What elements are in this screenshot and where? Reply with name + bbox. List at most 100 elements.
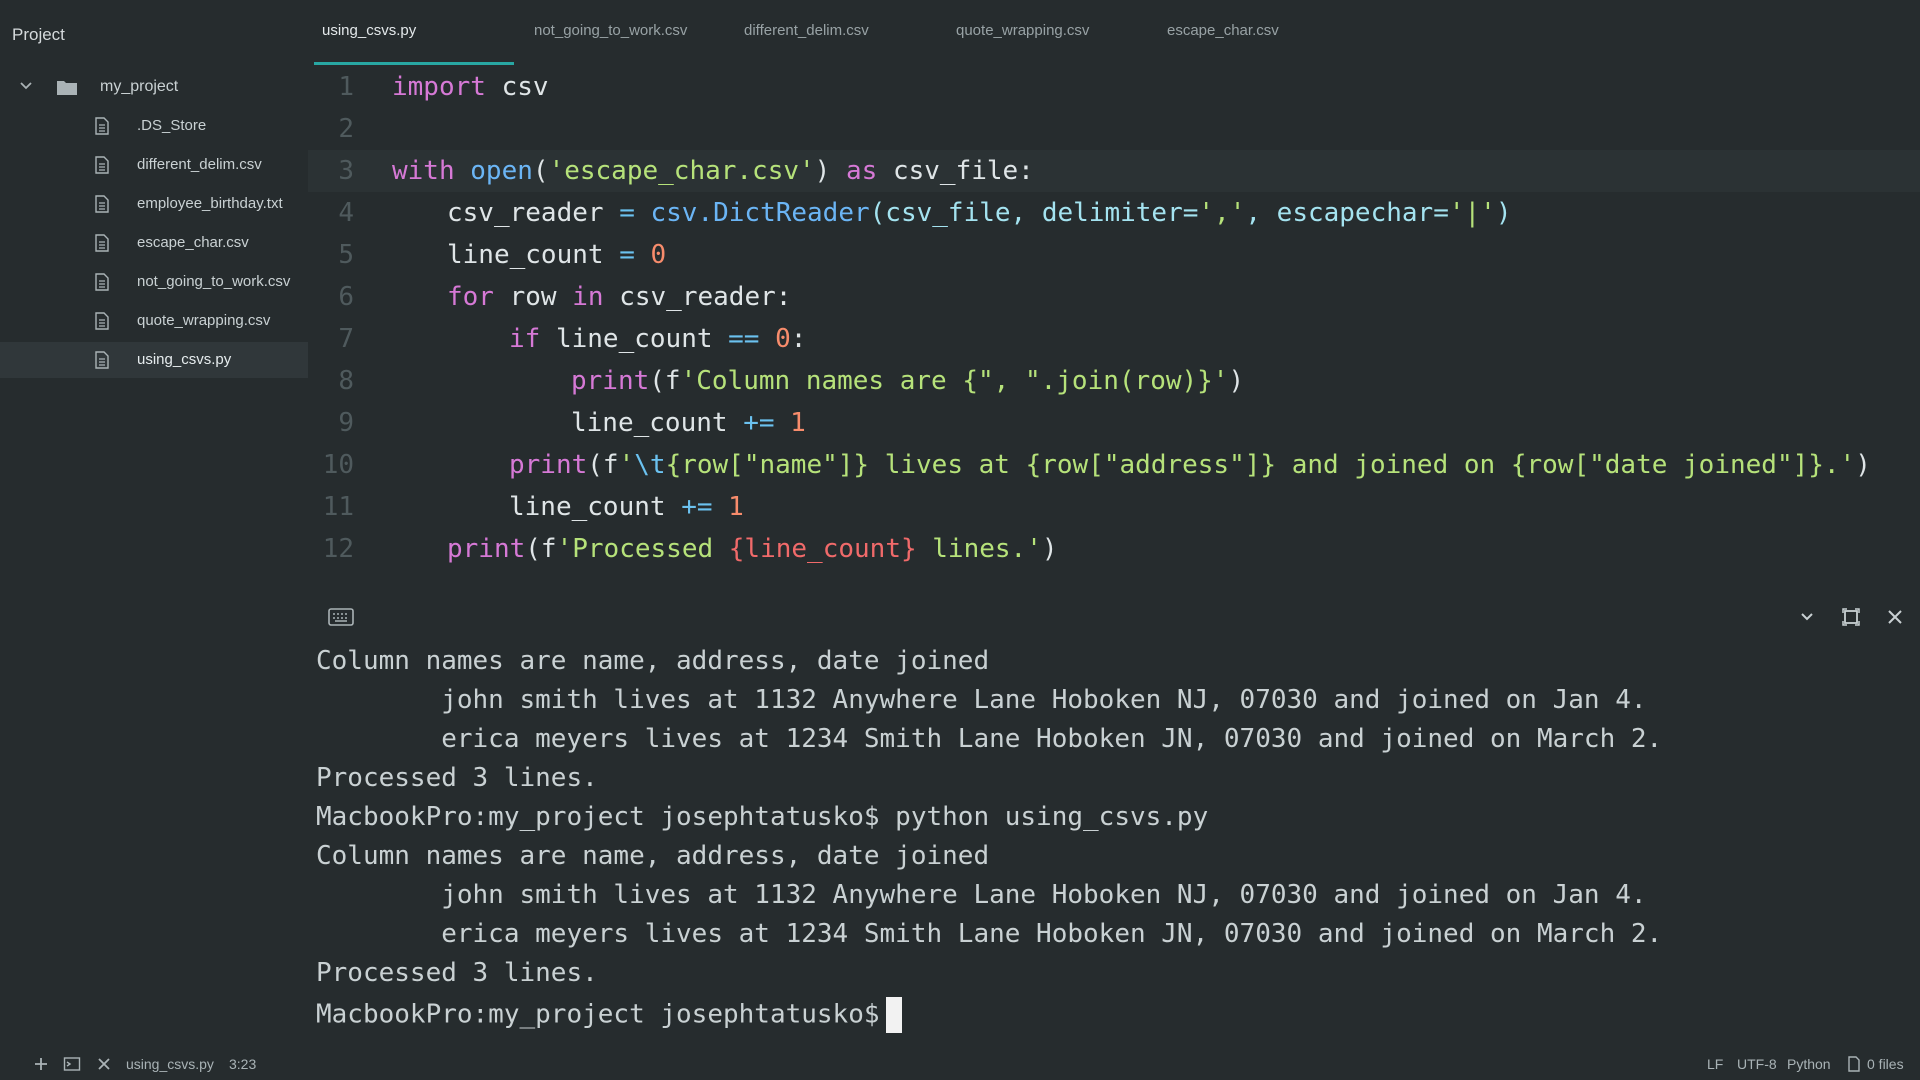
status-filename[interactable]: using_csvs.py [126,1056,214,1072]
code-line[interactable]: 9 line_count += 1 [308,402,1920,444]
code-line[interactable]: 7 if line_count == 0: [308,318,1920,360]
keyboard-icon[interactable] [328,608,354,626]
line-number: 2 [338,114,354,144]
status-language[interactable]: Python [1787,1056,1831,1072]
tab[interactable]: escape_char.csv [1167,22,1279,62]
code-line[interactable]: 1 import csv [308,66,1920,108]
code-token: csv_reader [447,198,620,228]
status-encoding[interactable]: UTF-8 [1737,1056,1777,1072]
code-token: ) [1495,198,1512,228]
line-number: 7 [338,324,354,354]
file-icon [1848,1056,1860,1072]
code-line[interactable]: 10 print(f'\t{row["name"]} lives at {row[… [308,444,1920,486]
terminal-line: Column names are name, address, date joi… [316,841,990,871]
tab-bar: using_csvs.py not_going_to_work.csv differ… [308,0,1920,66]
terminal-line: MacbookPro:my_project josephtatusko$ pyt… [316,802,1209,832]
code-token: csv.DictReader [650,198,870,228]
terminal-line: Column names are name, address, date joi… [316,646,990,676]
file-tree-item[interactable]: quote_wrapping.csv [0,303,308,339]
tab[interactable]: not_going_to_work.csv [534,22,687,62]
terminal-line: erica meyers lives at 1234 Smith Lane Ho… [316,724,1663,754]
file-icon [95,117,109,135]
code-line[interactable]: 11 line_count += 1 [308,486,1920,528]
code-token: for [447,282,494,312]
code-token: 'escape_char.csv' [548,156,815,186]
code-token: csv_reader: [603,282,792,312]
plus-icon[interactable] [32,1055,50,1073]
code-text: with open('escape_char.csv') as csv_file… [392,156,1034,186]
file-label: escape_char.csv [137,234,249,251]
file-tree-item[interactable]: employee_birthday.txt [0,186,308,222]
code-text: line_count = 0 [447,240,666,270]
code-token: (f [649,366,681,396]
code-line[interactable]: 5 line_count = 0 [308,234,1920,276]
file-label: different_delim.csv [137,156,262,173]
chevron-down-icon[interactable] [18,78,34,94]
sidebar-title: Project [12,25,65,44]
code-token: ( [532,156,549,186]
terminal-line: john smith lives at 1132 Anywhere Lane H… [316,880,1647,910]
line-number: 1 [338,72,354,102]
file-tree-item[interactable]: using_csvs.py [0,342,308,378]
chevron-down-icon[interactable] [1796,606,1818,628]
code-token: line_count [571,408,744,438]
code-token: lines.' [916,534,1042,564]
terminal-output[interactable]: Column names are name, address, date joi… [308,646,1920,1046]
code-line[interactable]: 4 csv_reader = csv.DictReader(csv_file, d… [308,192,1920,234]
code-line[interactable]: 2 [308,108,1920,150]
file-icon [95,156,109,174]
line-number: 9 [338,408,354,438]
code-line[interactable]: 6 for row in csv_reader: [308,276,1920,318]
close-icon[interactable] [1884,606,1906,628]
file-tree-item[interactable]: not_going_to_work.csv [0,264,308,300]
line-number: 11 [322,492,354,522]
code-text: line_count += 1 [571,408,806,438]
tab[interactable]: quote_wrapping.csv [956,22,1089,62]
code-line[interactable]: 3 with open('escape_char.csv') as csv_fil… [308,150,1920,192]
close-icon[interactable] [95,1055,113,1073]
tree-folder-my-project[interactable]: my_project [0,72,308,102]
tab-label: not_going_to_work.csv [534,22,688,39]
terminal-icon[interactable] [63,1055,81,1073]
file-tree-item[interactable]: .DS_Store [0,108,308,144]
status-cursor-position[interactable]: 3:23 [229,1056,256,1072]
code-token: row [493,282,573,312]
code-text: print(f'Processed {line_count} lines.') [447,534,1058,564]
terminal-line: Processed 3 lines. [316,958,598,988]
file-tree-item[interactable]: escape_char.csv [0,225,308,261]
code-text: print(f'\t{row["name"]} lives at {row["a… [509,450,1871,480]
code-token: 'Processed [556,534,729,564]
code-token: 0 [775,324,791,354]
code-line[interactable]: 8 print(f'Column names are {", ".join(row… [308,360,1920,402]
terminal-prompt-line[interactable]: MacbookPro:my_project josephtatusko$ [316,997,902,1033]
tab-label: using_csvs.py [322,22,417,39]
status-line-ending[interactable]: LF [1707,1056,1723,1072]
code-token: if [509,324,541,354]
file-tree-item[interactable]: different_delim.csv [0,147,308,183]
status-files[interactable]: 0 files [1867,1056,1904,1072]
code-token: = [619,240,635,270]
code-token: 1 [790,408,806,438]
code-token: line_count [540,324,729,354]
code-token: : [790,324,807,354]
code-token: 0 [650,240,667,270]
code-token: += [743,408,775,438]
folder-label: my_project [100,78,179,95]
code-token: in [572,282,604,312]
maximize-icon[interactable] [1840,606,1862,628]
code-text: if line_count == 0: [509,324,806,354]
code-line[interactable]: 12 print(f'Processed {line_count} lines.'… [308,528,1920,570]
tab[interactable]: different_delim.csv [744,22,869,62]
code-token: line_count [509,492,682,522]
terminal-header [308,596,1920,638]
code-token: {row["name"]} lives at {row["address"]} … [665,450,1856,480]
code-token: with [392,156,455,186]
tab-label: escape_char.csv [1167,22,1279,39]
file-label: not_going_to_work.csv [137,273,291,290]
tab[interactable]: using_csvs.py [314,22,514,65]
code-editor[interactable]: 1 import csv 2 3 with open('escape_char.csv'… [308,66,1920,586]
